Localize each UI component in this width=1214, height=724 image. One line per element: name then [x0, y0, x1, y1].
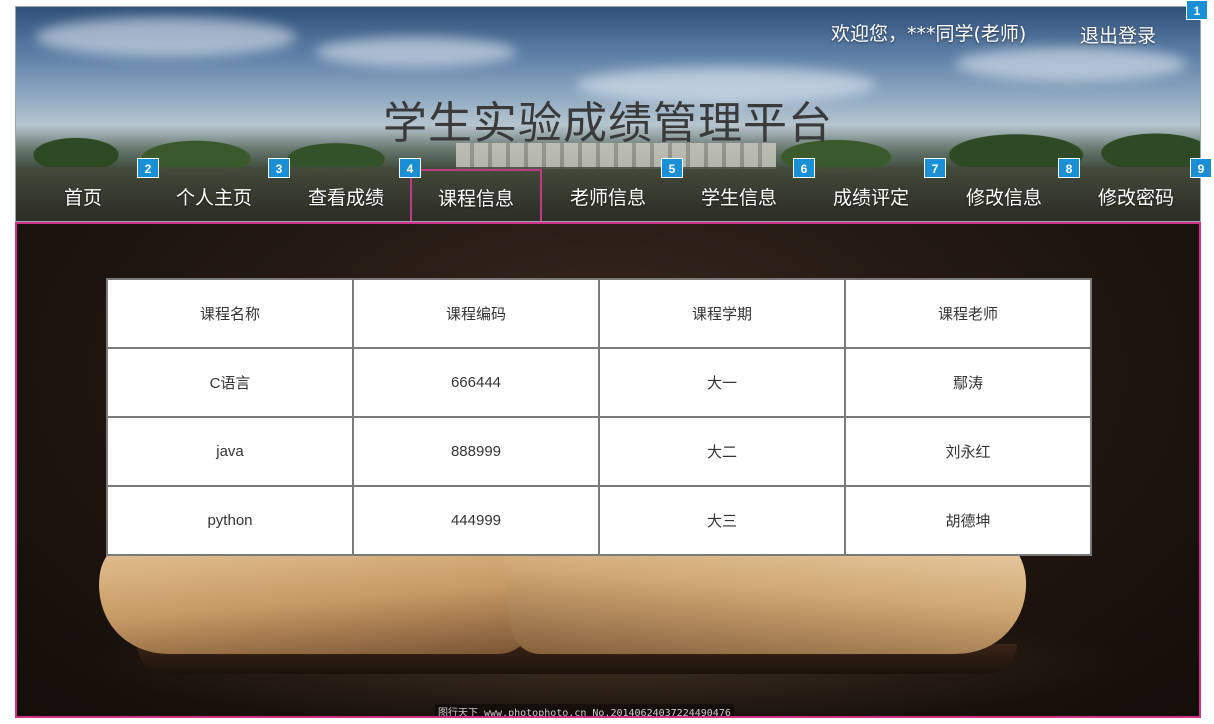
table-row: java 888999 大二 刘永红	[106, 416, 1092, 487]
nav-teacher-info[interactable]: 老师信息	[556, 183, 660, 221]
marker-badge-8: 8	[1058, 158, 1080, 178]
column-header-course-teacher: 课程老师	[844, 278, 1092, 349]
table-header-row: 课程名称 课程编码 课程学期 课程老师	[106, 278, 1092, 349]
table-row: python 444999 大三 胡德坤	[106, 485, 1092, 556]
nav-edit-info[interactable]: 修改信息	[952, 183, 1056, 221]
nav-view-grades[interactable]: 查看成绩	[294, 183, 398, 221]
column-header-course-term: 课程学期	[598, 278, 846, 349]
table-cell: java	[106, 416, 354, 487]
content-area: 图行天下 www.photophoto.cn No.20140624037224…	[15, 222, 1201, 718]
nav-personal-home[interactable]: 个人主页	[162, 183, 266, 221]
table-cell: 大二	[598, 416, 846, 487]
table-cell: 刘永红	[844, 416, 1092, 487]
marker-badge-4: 4	[399, 158, 421, 178]
marker-badge-3: 3	[268, 158, 290, 178]
marker-badge-9: 9	[1190, 158, 1212, 178]
table-row: C语言 666444 大一 鄢涛	[106, 347, 1092, 418]
table-cell: 888999	[352, 416, 600, 487]
nav-home[interactable]: 首页	[40, 183, 126, 221]
image-watermark: 图行天下 www.photophoto.cn No.20140624037224…	[435, 704, 734, 716]
main-nav: 首页 个人主页 查看成绩 课程信息 老师信息 学生信息 成绩评定 修改信息 修改…	[16, 169, 1200, 221]
table-cell: 444999	[352, 485, 600, 556]
nav-course-info[interactable]: 课程信息	[410, 169, 542, 221]
nav-change-password[interactable]: 修改密码	[1084, 183, 1188, 221]
table-cell: 大三	[598, 485, 846, 556]
column-header-course-name: 课程名称	[106, 278, 354, 349]
welcome-text: 欢迎您，***同学(老师)	[831, 23, 1027, 45]
logout-link[interactable]: 退出登录	[1080, 21, 1156, 48]
nav-grade-evaluation[interactable]: 成绩评定	[819, 183, 923, 221]
column-header-course-code: 课程编码	[352, 278, 600, 349]
header-banner: 欢迎您，***同学(老师) 退出登录 学生实验成绩管理平台 首页 个人主页 查看…	[15, 6, 1201, 222]
marker-badge-1: 1	[1186, 0, 1208, 20]
site-title: 学生实验成绩管理平台	[383, 98, 833, 149]
cloud-decoration	[316, 37, 516, 67]
marker-badge-5: 5	[661, 158, 683, 178]
marker-badge-7: 7	[924, 158, 946, 178]
table-cell: 鄢涛	[844, 347, 1092, 418]
table-cell: 胡德坤	[844, 485, 1092, 556]
table-cell: python	[106, 485, 354, 556]
cloud-decoration	[956, 47, 1186, 81]
marker-badge-2: 2	[137, 158, 159, 178]
table-cell: 大一	[598, 347, 846, 418]
table-cell: 666444	[352, 347, 600, 418]
table-cell: C语言	[106, 347, 354, 418]
marker-badge-6: 6	[793, 158, 815, 178]
course-table: 课程名称 课程编码 课程学期 课程老师 C语言 666444 大一 鄢涛 jav…	[106, 278, 1092, 556]
cloud-decoration	[36, 17, 296, 57]
nav-student-info[interactable]: 学生信息	[687, 183, 791, 221]
